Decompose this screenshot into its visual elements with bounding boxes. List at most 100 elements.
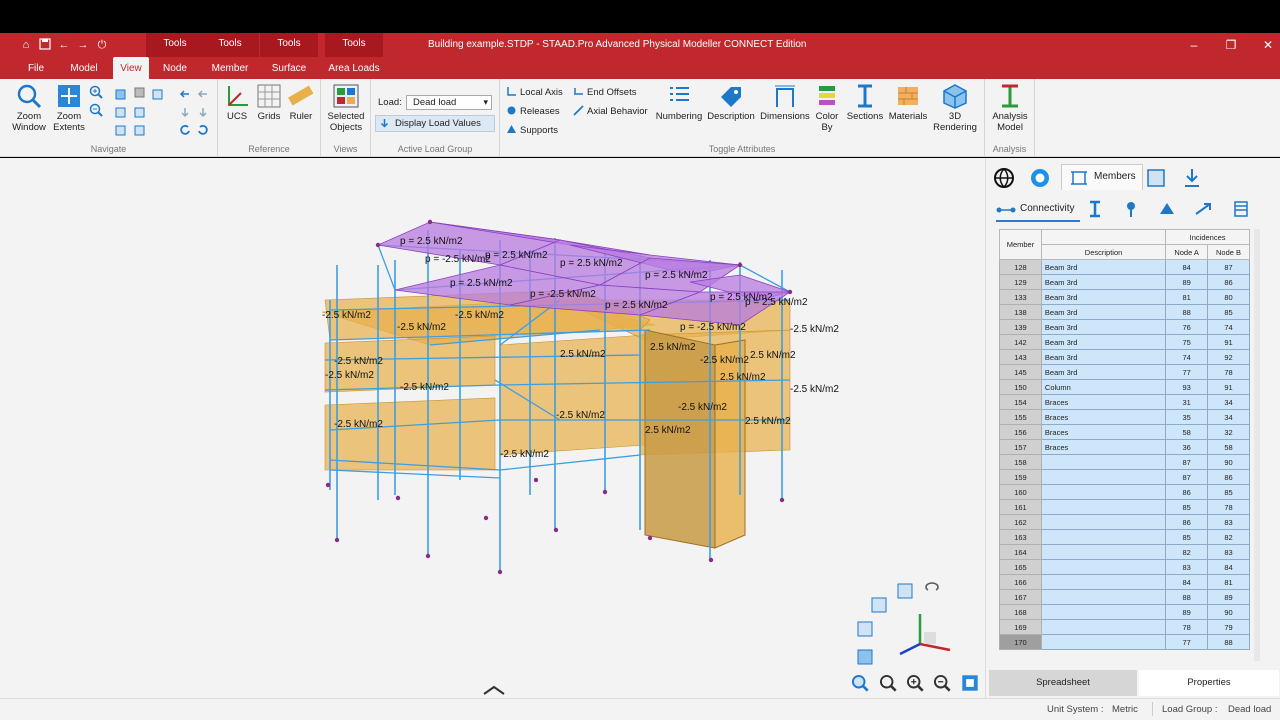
cell-node-a[interactable]: 87 [1165,469,1209,485]
cell-node-a[interactable]: 36 [1165,439,1209,455]
table-row[interactable]: 157 Braces 36 58 [999,439,1250,455]
home-icon[interactable]: ⌂ [19,38,33,52]
cell-node-a[interactable]: 85 [1165,499,1209,515]
cell-node-b[interactable]: 58 [1207,439,1250,455]
tab-surface[interactable]: Surface [266,57,312,79]
cell-description[interactable] [1040,604,1167,620]
cell-node-b[interactable]: 83 [1207,544,1250,560]
table-row[interactable]: 129 Beam 3rd 89 86 [999,274,1250,290]
cell-description[interactable] [1040,499,1167,515]
analysis-model-button[interactable]: Analysis Model [988,83,1032,133]
subtab-material-icon[interactable] [1158,200,1176,218]
cell-node-b[interactable]: 34 [1207,394,1250,410]
cell-member[interactable]: 150 [999,379,1042,395]
cell-node-a[interactable]: 84 [1165,259,1209,275]
close-button[interactable]: ✕ [1258,36,1278,54]
tab-node[interactable]: Node [158,57,192,79]
view-cube-top-icon[interactable] [151,87,165,101]
cell-node-a[interactable]: 87 [1165,454,1209,470]
cell-node-a[interactable]: 81 [1165,289,1209,305]
cell-description[interactable]: Braces [1040,394,1167,410]
cell-member[interactable]: 143 [999,349,1042,365]
cell-member[interactable]: 161 [999,499,1042,515]
cell-node-a[interactable]: 88 [1165,304,1209,320]
cell-node-b[interactable]: 86 [1207,469,1250,485]
tab-member[interactable]: Member [204,57,256,79]
table-row[interactable]: 128 Beam 3rd 84 87 [999,259,1250,275]
cell-description[interactable]: Beam 3rd [1040,304,1167,320]
cell-description[interactable] [1040,469,1167,485]
undo-icon[interactable]: ← [57,38,71,52]
cell-member[interactable]: 159 [999,469,1042,485]
properties-button[interactable]: Properties [1139,670,1279,696]
zoom-extents-viewport-icon[interactable] [961,674,979,692]
view-cube-right-icon[interactable] [133,105,147,119]
cell-description[interactable]: Braces [1040,424,1167,440]
grids-button[interactable]: Grids [254,83,284,122]
cell-node-a[interactable]: 89 [1165,274,1209,290]
zoom-out-icon[interactable] [89,103,103,117]
cell-member[interactable]: 145 [999,364,1042,380]
cell-member[interactable]: 170 [999,634,1042,650]
ruler-button[interactable]: Ruler [286,83,316,122]
table-row[interactable]: 156 Braces 58 32 [999,424,1250,440]
table-row[interactable]: 154 Braces 31 34 [999,394,1250,410]
table-row[interactable]: 138 Beam 3rd 88 85 [999,304,1250,320]
zoom-fit-icon[interactable] [851,674,869,692]
context-tab-tools-4[interactable]: Tools [325,33,383,57]
cell-member[interactable]: 168 [999,604,1042,620]
save-icon[interactable] [38,38,52,52]
cell-node-a[interactable]: 88 [1165,589,1209,605]
cell-node-a[interactable]: 35 [1165,409,1209,425]
cell-node-b[interactable]: 82 [1207,529,1250,545]
cell-description[interactable]: Beam 3rd [1040,289,1167,305]
cell-node-b[interactable]: 79 [1207,619,1250,635]
table-row[interactable]: 143 Beam 3rd 74 92 [999,349,1250,365]
table-row[interactable]: 164 82 83 [999,544,1250,560]
zoom-in-viewport-icon[interactable] [906,674,924,692]
table-row[interactable]: 163 85 82 [999,529,1250,545]
releases-button[interactable]: Releases [506,105,560,117]
tab-file[interactable]: File [22,57,50,79]
view-cube-front-icon[interactable] [114,87,128,101]
cell-member[interactable]: 157 [999,439,1042,455]
cell-member[interactable]: 129 [999,274,1042,290]
cell-node-a[interactable]: 89 [1165,604,1209,620]
table-row[interactable]: 159 87 86 [999,469,1250,485]
cell-node-b[interactable]: 84 [1207,559,1250,575]
table-row[interactable]: 168 89 90 [999,604,1250,620]
cell-node-b[interactable]: 90 [1207,604,1250,620]
materials-button[interactable]: Materials [886,83,930,122]
view-cube-iso-icon[interactable] [133,85,147,99]
cell-member[interactable]: 139 [999,319,1042,335]
zoom-extents-button[interactable]: Zoom Extents [48,83,90,133]
globe-icon[interactable] [993,167,1015,189]
cell-description[interactable] [1040,529,1167,545]
cell-node-a[interactable]: 74 [1165,349,1209,365]
table-row[interactable]: 155 Braces 35 34 [999,409,1250,425]
cell-node-a[interactable]: 93 [1165,379,1209,395]
cell-node-b[interactable]: 88 [1207,634,1250,650]
table-row[interactable]: 166 84 81 [999,574,1250,590]
cell-member[interactable]: 155 [999,409,1042,425]
cell-member[interactable]: 142 [999,334,1042,350]
node-icon[interactable] [1029,167,1051,189]
cell-node-a[interactable]: 75 [1165,334,1209,350]
dimensions-button[interactable]: Dimensions [758,83,812,122]
cell-description[interactable] [1040,574,1167,590]
local-axis-button[interactable]: Local Axis [506,86,563,98]
spreadsheet-button[interactable]: Spreadsheet [989,670,1137,696]
cell-node-b[interactable]: 92 [1207,349,1250,365]
redo-icon[interactable]: → [76,38,90,52]
cell-node-a[interactable]: 76 [1165,319,1209,335]
table-row[interactable]: 133 Beam 3rd 81 80 [999,289,1250,305]
view-cube-back-icon[interactable] [133,123,147,137]
subtab-table-icon[interactable] [1232,200,1250,218]
tab-view[interactable]: View [113,57,149,79]
table-row[interactable]: 142 Beam 3rd 75 91 [999,334,1250,350]
zoom-in-icon[interactable] [89,85,103,99]
cell-node-b[interactable]: 90 [1207,454,1250,470]
cell-member[interactable]: 158 [999,454,1042,470]
cell-description[interactable]: Beam 3rd [1040,364,1167,380]
cell-node-b[interactable]: 78 [1207,499,1250,515]
